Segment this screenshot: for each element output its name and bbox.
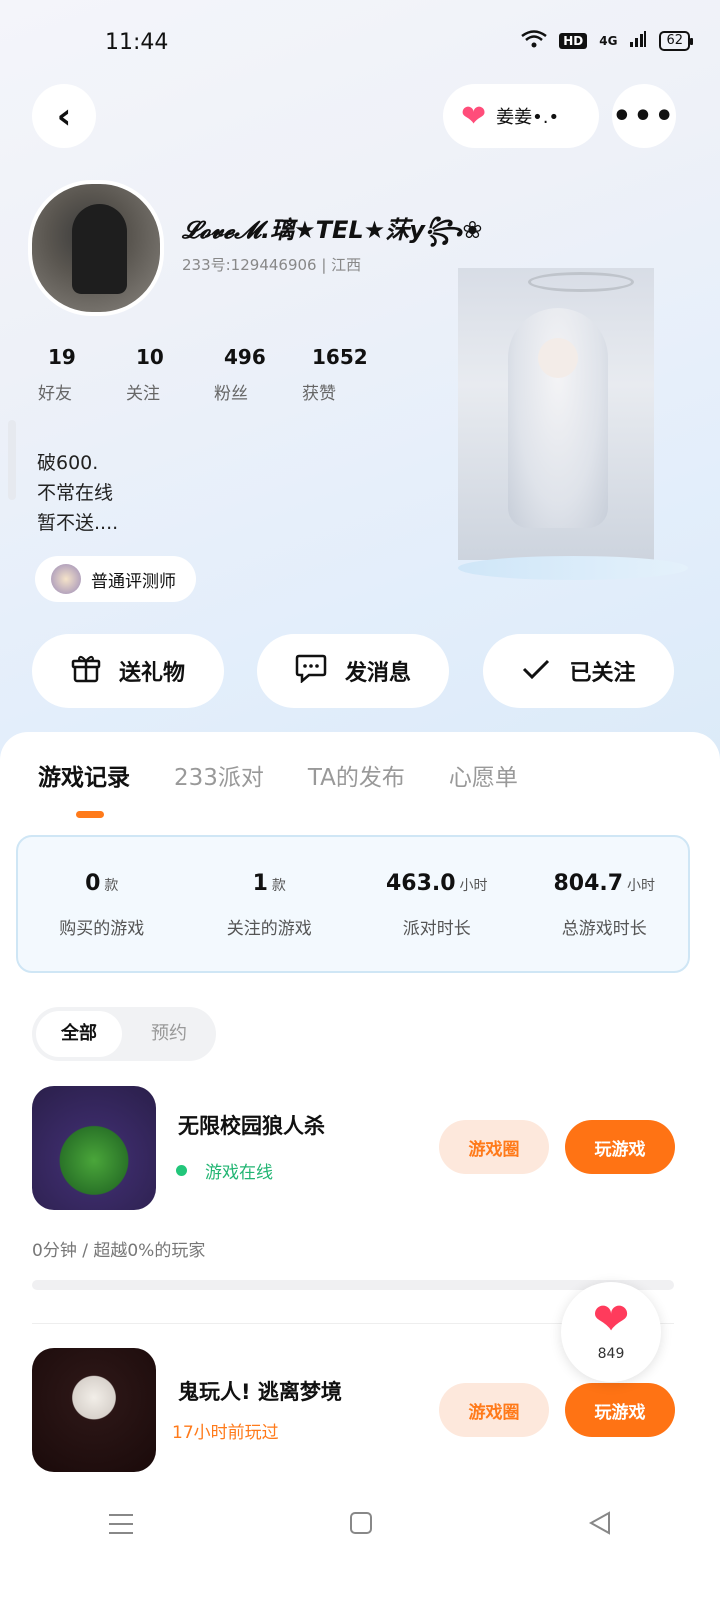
stat-value: 19	[48, 345, 76, 369]
game-title[interactable]: 无限校园狼人杀	[178, 1110, 325, 1140]
uid-region: 233号:129446906 | 江西	[182, 256, 362, 274]
stat-fans[interactable]: 496 粉丝	[206, 345, 294, 404]
reviewer-tag-label: 普通评测师	[91, 571, 176, 592]
last-played: 17小时前玩过	[172, 1423, 279, 1443]
online-status-label: 游戏在线	[205, 1163, 273, 1183]
status-icons: HD 4G 62	[521, 30, 693, 52]
bio-line: 不常在线	[37, 482, 114, 504]
heart-icon: ❤	[592, 1294, 630, 1345]
summary-unit: 款	[271, 878, 286, 894]
like-button[interactable]: ❤ 849	[561, 1282, 661, 1382]
bio-line: 破600.	[37, 452, 99, 474]
hd-badge: HD	[559, 33, 588, 49]
tab-wishlist[interactable]: 心愿单	[449, 758, 518, 792]
tab-game-records[interactable]: 游戏记录	[38, 758, 130, 792]
home-icon[interactable]	[349, 1508, 373, 1543]
signal-icon	[629, 30, 647, 52]
stat-value: 10	[136, 345, 164, 369]
send-message-label: 发消息	[344, 661, 411, 686]
summary-label: 总游戏时长	[561, 919, 647, 939]
game-title[interactable]: 鬼玩人! 逃离梦境	[178, 1376, 342, 1406]
followed-label: 已关注	[569, 661, 636, 686]
play-game-button[interactable]: 玩游戏	[565, 1383, 675, 1437]
summary-label: 关注的游戏	[226, 919, 312, 939]
status-time: 11:44	[105, 30, 169, 55]
like-count: 849	[597, 1346, 625, 1362]
side-handle	[8, 420, 16, 500]
wifi-icon	[521, 30, 547, 52]
bio-line: 暂不送....	[37, 512, 119, 534]
summary-label: 派对时长	[402, 919, 471, 939]
send-gift-button[interactable]: 送礼物	[32, 634, 224, 708]
username: 𝓛𝓸𝓿𝓮𝓜.璃★TEL★莯y꧂❀	[182, 216, 483, 244]
tab-party[interactable]: 233派对	[174, 758, 264, 792]
summary-value: 804.7	[553, 871, 624, 896]
tab-posts[interactable]: TA的发布	[308, 758, 405, 792]
summary-value: 0	[85, 871, 101, 896]
more-button[interactable]: •••	[612, 84, 676, 148]
double-heart-icon: ❤	[461, 98, 487, 134]
reviewer-tag[interactable]: 普通评测师	[35, 556, 196, 602]
play-game-button[interactable]: 玩游戏	[565, 1120, 675, 1174]
stat-likes[interactable]: 1652 获赞	[294, 345, 382, 404]
game-summary-card: 0款 购买的游戏 1款 关注的游戏 463.0 小时 派对时长 804.7 小时 总…	[16, 835, 690, 973]
more-dots-icon: •••	[612, 98, 676, 134]
pedestal	[458, 556, 688, 580]
chevron-left-icon: ‹	[56, 95, 72, 137]
followed-button[interactable]: 已关注	[483, 634, 674, 708]
summary-unit: 小时	[459, 878, 488, 894]
friend-name: 姜姜•.•	[496, 107, 560, 128]
stat-label: 粉丝	[214, 384, 248, 404]
summary-unit: 小时	[627, 878, 656, 894]
gift-icon	[71, 653, 101, 690]
character-avatar-image[interactable]	[458, 268, 654, 560]
menu-icon[interactable]	[108, 1508, 134, 1543]
stat-label: 获赞	[302, 384, 336, 404]
friend-pill[interactable]: ❤ 姜姜•.•	[443, 84, 599, 148]
summary-purchased[interactable]: 0款 购买的游戏	[18, 837, 186, 971]
online-dot-icon	[176, 1165, 187, 1176]
profile-stats: 19 好友 10 关注 496 粉丝 1652 获赞	[30, 345, 382, 404]
checkmark-icon	[521, 655, 551, 688]
stat-friends[interactable]: 19 好友	[30, 345, 118, 404]
send-message-button[interactable]: 发消息	[257, 634, 449, 708]
summary-label: 购买的游戏	[59, 919, 145, 939]
filter-all[interactable]: 全部	[36, 1011, 122, 1057]
stat-value: 496	[224, 345, 266, 369]
stat-label: 关注	[126, 384, 160, 404]
battery-indicator: 62	[659, 31, 693, 51]
summary-unit: 款	[104, 878, 119, 894]
back-button[interactable]: ‹	[32, 84, 96, 148]
halo-icon	[528, 272, 634, 292]
summary-value: 1	[252, 871, 268, 896]
stat-label: 好友	[38, 384, 72, 404]
online-status: 游戏在线	[176, 1158, 273, 1183]
summary-party-time[interactable]: 463.0 小时 派对时长	[353, 837, 521, 971]
content-tabs: 游戏记录 233派对 TA的发布 心愿单	[38, 758, 518, 792]
chat-bubble-icon	[295, 653, 327, 690]
game-circle-button[interactable]: 游戏圈	[439, 1120, 549, 1174]
network-indicator: 4G	[599, 34, 618, 48]
game-circle-button[interactable]: 游戏圈	[439, 1383, 549, 1437]
playtime-text: 0分钟 / 超越0%的玩家	[32, 1241, 206, 1261]
reviewer-badge-icon	[51, 564, 81, 594]
send-gift-label: 送礼物	[118, 661, 185, 686]
filter-segment: 全部 预约	[32, 1007, 216, 1061]
bio: 破600. 不常在线 暂不送....	[37, 448, 118, 538]
summary-followed[interactable]: 1款 关注的游戏	[186, 837, 354, 971]
watermelon-game-icon[interactable]	[32, 1086, 156, 1210]
stat-value: 1652	[312, 345, 368, 369]
stat-following[interactable]: 10 关注	[118, 345, 206, 404]
summary-value: 463.0	[385, 871, 456, 896]
back-triangle-icon[interactable]	[588, 1508, 612, 1543]
ghost-girl-game-icon[interactable]	[32, 1348, 156, 1472]
tab-indicator	[76, 811, 104, 818]
summary-total-time[interactable]: 804.7 小时 总游戏时长	[521, 837, 689, 971]
avatar[interactable]	[28, 180, 164, 316]
filter-preorder[interactable]: 预约	[126, 1011, 212, 1057]
system-navbar	[0, 1490, 720, 1560]
